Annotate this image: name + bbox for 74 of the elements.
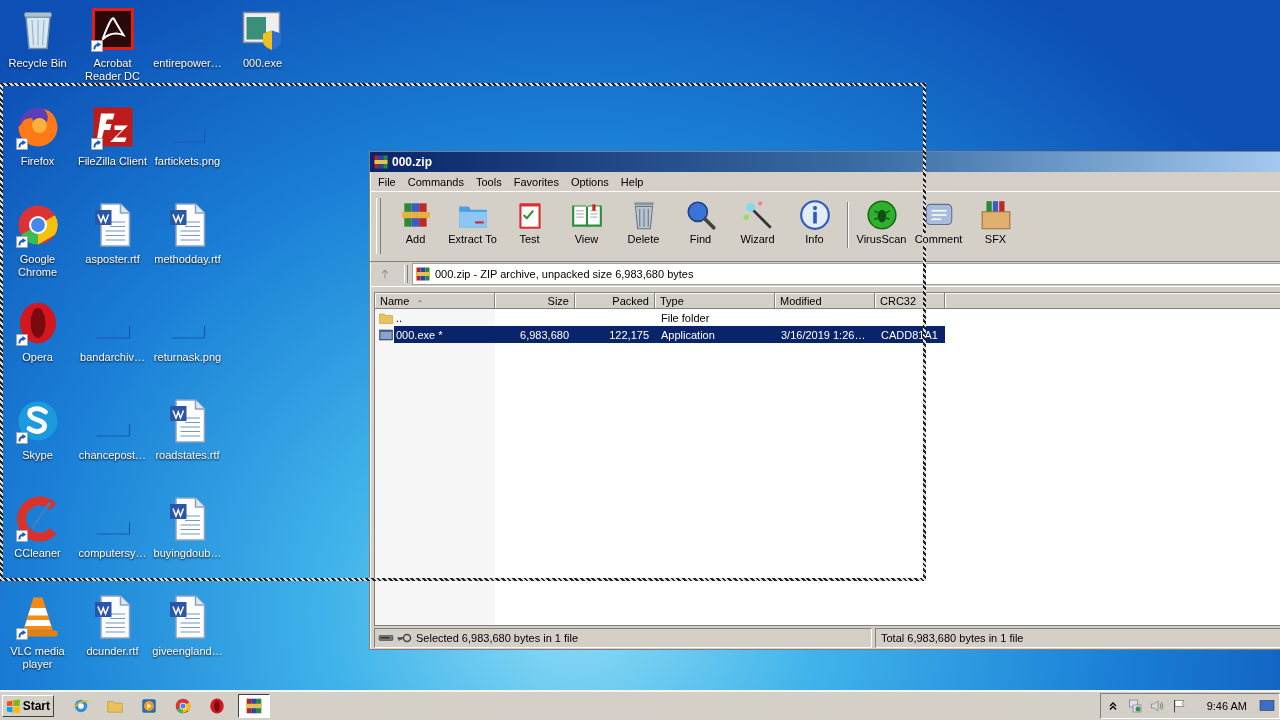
archive-icon xyxy=(245,697,263,715)
table-cell-text: .. xyxy=(395,311,404,324)
toolbar-button[interactable]: Test xyxy=(501,196,558,258)
column-header[interactable]: Packed xyxy=(575,293,655,309)
windows-logo-icon xyxy=(6,698,21,714)
icon-label[interactable]: computersy… xyxy=(75,547,150,560)
browser-icon xyxy=(174,697,192,715)
icon-label[interactable]: Firefox xyxy=(0,155,75,168)
toolbar-button[interactable]: Comment xyxy=(910,196,967,258)
column-header[interactable]: Type xyxy=(655,293,775,309)
toolbar-button[interactable]: Extract To xyxy=(444,196,501,258)
column-header[interactable]: Size xyxy=(495,293,575,309)
icon-label[interactable]: Acrobat Reader DC xyxy=(75,57,150,83)
icon-label[interactable]: Recycle Bin xyxy=(0,57,75,70)
menu-item[interactable]: Favorites xyxy=(507,173,565,190)
icon-label[interactable]: returnask.png xyxy=(150,351,225,364)
column-header[interactable]: CRC32 xyxy=(875,293,945,309)
table-cell-text: 3/16/2019 1:26… xyxy=(780,328,867,341)
icon-label[interactable]: VLC media player xyxy=(0,645,75,671)
table-cell-text: CADD81A1 xyxy=(880,328,939,341)
icon-label[interactable]: entirepower… xyxy=(150,57,225,70)
arrow-up-icon xyxy=(379,268,391,280)
program-icon xyxy=(378,326,394,343)
toolbar-button[interactable]: Add xyxy=(387,196,444,258)
menu-item[interactable]: Tools xyxy=(470,173,508,190)
icon-label[interactable]: Opera xyxy=(0,351,75,364)
network-icon[interactable] xyxy=(1126,698,1143,714)
file-row[interactable]: .. File folder xyxy=(394,309,945,326)
show-desktop-icon[interactable] xyxy=(1259,698,1275,714)
window-title: 000.zip xyxy=(392,155,433,169)
table-cell-text: 000.exe * xyxy=(395,328,444,341)
info-icon xyxy=(797,198,832,232)
browser-icon xyxy=(72,697,90,715)
clock[interactable]: 9:46 AM xyxy=(1206,700,1247,712)
bug-icon xyxy=(864,198,899,232)
toolbar-button[interactable]: Info xyxy=(786,196,843,258)
toolbar-button[interactable]: VirusScan xyxy=(853,196,910,258)
status-text: Selected 6,983,680 bytes in 1 file xyxy=(416,632,579,644)
icon-label[interactable]: FileZilla Client xyxy=(75,155,150,168)
address-field[interactable]: 000.zip - ZIP archive, unpacked size 6,983,680 bytes xyxy=(412,263,1280,285)
table-cell-text: 6,983,680 xyxy=(519,328,570,341)
menu-item[interactable]: Commands xyxy=(401,173,470,190)
icon-label[interactable]: Google Chrome xyxy=(0,253,75,279)
status-text: Total 6,983,680 bytes in 1 file xyxy=(881,632,1024,644)
icon-label[interactable]: Skype xyxy=(0,449,75,462)
menu-item[interactable]: Options xyxy=(564,173,615,190)
toolbar-button[interactable]: Find xyxy=(672,196,729,258)
archive-icon xyxy=(415,266,431,282)
start-button[interactable]: Start xyxy=(2,695,54,717)
icon-label[interactable]: fartickets.png xyxy=(150,155,225,168)
column-header[interactable]: Name xyxy=(375,293,495,309)
media-player-icon xyxy=(140,697,158,715)
toolbar-button[interactable]: SFX xyxy=(967,196,1024,258)
browser-icon xyxy=(208,697,226,715)
icon-label[interactable]: chancepost… xyxy=(75,449,150,462)
icon-label[interactable]: dcunder.rtf xyxy=(75,645,150,658)
toolbar-button[interactable]: Delete xyxy=(615,196,672,258)
icon-label[interactable]: CCleaner xyxy=(0,547,75,560)
icon-label[interactable]: bandarchiv… xyxy=(75,351,150,364)
address-text: 000.zip - ZIP archive, unpacked size 6,983,680 bytes xyxy=(435,268,694,280)
table-cell-text: File folder xyxy=(660,311,711,324)
icon-label[interactable]: asposter.rtf xyxy=(75,253,150,266)
menu-item[interactable]: Help xyxy=(614,173,650,190)
icon-label[interactable]: methodday.rtf xyxy=(150,253,225,266)
table-cell-text: 122,175 xyxy=(608,328,650,341)
toolbar-button[interactable]: Wizard xyxy=(729,196,786,258)
menu-item[interactable]: File xyxy=(372,173,402,190)
toolbar-button[interactable]: View xyxy=(558,196,615,258)
column-header[interactable]: Modified xyxy=(775,293,875,309)
file-row[interactable]: 000.exe * 6,983,680 122,175 Application 3/16/2019 1:26… CADD81A1 xyxy=(394,326,945,343)
icon-label[interactable]: 000.exe xyxy=(225,57,300,70)
table-cell-text: Application xyxy=(660,328,716,341)
taskbar-button[interactable] xyxy=(238,694,270,718)
archive-icon xyxy=(373,154,389,170)
